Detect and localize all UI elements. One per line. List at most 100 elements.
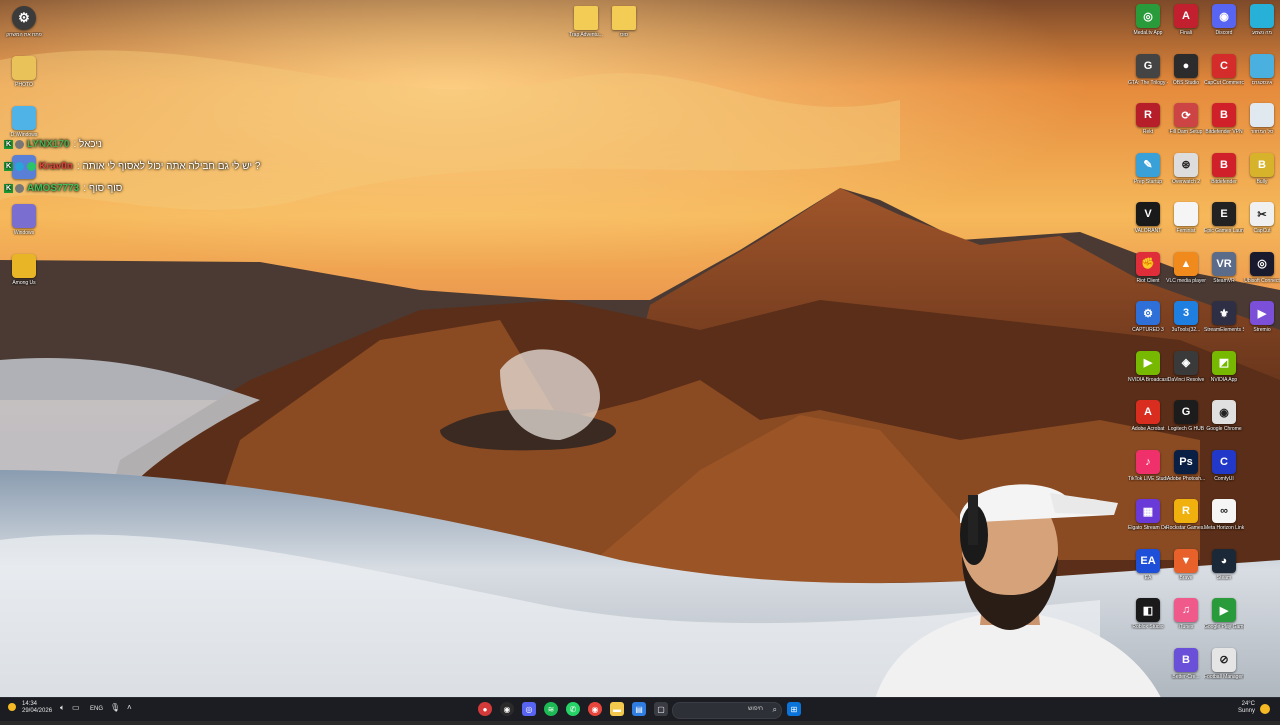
volume-icon[interactable]: 🔈︎ [60, 704, 65, 719]
desktop-icon-label: Steam [1216, 574, 1232, 581]
taskbar-clock[interactable]: 14:34 29/04/2026 [22, 701, 52, 716]
desktop-icon-game-shortcut[interactable]: ⚙ פתח את המשחק [4, 6, 44, 38]
desktop-icon-right[interactable]: C ComfyUI [1204, 449, 1244, 482]
desktop-icon-right[interactable]: CCapCut Commercial [1204, 53, 1244, 86]
desktop-icon-photo[interactable]: PHOTO [4, 56, 44, 88]
desktop-icon-label: Bitdefender VPN [1205, 129, 1243, 135]
record-app-icon[interactable]: ● [478, 702, 492, 716]
desktop-icon-right[interactable]: ⊘Football Manager 26 [1204, 647, 1244, 680]
desktop-icon-right[interactable]: 3 3uTools(32... [1166, 301, 1206, 333]
app-icon [1250, 103, 1274, 127]
desktop-icon-right[interactable]: ✂ CapCut [1242, 202, 1280, 234]
app-icon: A [1174, 4, 1198, 28]
desktop-icon-right[interactable]: E Epic Games Launcher [1204, 202, 1244, 234]
desktop-icon-right[interactable]: ◎ Ubisoft Connect [1242, 251, 1280, 284]
desktop-icon-label: Bitdefender [1211, 178, 1237, 185]
desktop-icon-windows[interactable]: Windows [4, 204, 44, 236]
app-icon: VR [1212, 251, 1236, 276]
language-indicator[interactable]: ENG [90, 706, 103, 721]
desktop-icon-label: GTA: The Trilogy - DE [1128, 79, 1168, 86]
app-icon: ✊ [1136, 251, 1160, 276]
store-taskbar-icon[interactable]: ▤ [632, 702, 646, 716]
desktop-icon-label: Better-Cre... [1172, 673, 1200, 680]
app-icon: V [1136, 202, 1160, 226]
desktop-icon-label: 3uTools(32... [1171, 327, 1201, 333]
desktop-icon-right[interactable]: B Bully [1242, 152, 1280, 185]
desktop-icon-right[interactable]: GGTA: The Trilogy - DE [1128, 53, 1168, 86]
desktop-icon-right[interactable]: מה נשמע [1242, 4, 1280, 36]
folder-icon [612, 6, 636, 30]
chevron-up-icon[interactable]: ˄ [127, 704, 132, 719]
desktop-icon-right[interactable]: V VALORANT [1128, 202, 1168, 234]
subscriber-badge-icon: K [4, 139, 13, 149]
desktop-icon-label: סל המחזור [1250, 129, 1274, 135]
desktop-icon-right[interactable]: ◈ DaVinci Resolve [1166, 350, 1206, 383]
display-icon[interactable]: ▭ [72, 704, 80, 719]
desktop-icon-right[interactable]: ⚜ StreamElements SE.Live [1204, 301, 1244, 333]
desktop-icon-right[interactable]: ✊ Riot Client [1128, 251, 1168, 284]
app-icon: ⊘ [1212, 647, 1236, 672]
desktop-icon-right[interactable]: R Rekt [1128, 103, 1168, 135]
desktop-icon-right[interactable]: אינסטגרם [1242, 53, 1280, 86]
desktop-icon-right[interactable]: ⊛ Overwatch 2 [1166, 152, 1206, 185]
desktop-icon-among-us[interactable]: Among Us [4, 254, 44, 286]
desktop-icon-right[interactable]: R Rockstar Games... [1166, 499, 1206, 531]
desktop-icon-right[interactable]: B Bitdefender [1204, 152, 1244, 185]
desktop-icon-right[interactable]: סל המחזור [1242, 103, 1280, 135]
desktop-icon-right[interactable]: ⚙ CAPTURED 3 [1128, 301, 1168, 333]
file-explorer-taskbar-icon[interactable]: ▬ [610, 702, 624, 716]
search-placeholder: חיפוש [748, 706, 763, 712]
desktop-icon-right[interactable]: ▶ Stremio [1242, 301, 1280, 333]
desktop-icon-label: Epic Games Launcher [1204, 228, 1244, 234]
desktop-folder-trap-adventure[interactable]: Trap Adventu... [566, 6, 606, 38]
desktop-icon-right[interactable]: ▶ Google Play Games [1204, 598, 1244, 630]
windows-start-icon[interactable]: ⊞ [787, 702, 801, 716]
desktop-icon-right[interactable]: ◩ NVIDIA App [1204, 350, 1244, 383]
desktop-icon-right[interactable]: B Better-Cre... [1166, 647, 1206, 680]
desktop-folder-sus[interactable]: סוס [604, 6, 644, 38]
desktop-icon-right[interactable]: G Logitech G HUB [1166, 400, 1206, 432]
desktop-icon-right[interactable]: ◕ Steam [1204, 548, 1244, 581]
app-icon: ◎ [1250, 251, 1274, 276]
desktop-icon-right[interactable]: ⟳ Fill Dam Setup [1166, 103, 1206, 135]
desktop-icon-label: Rockstar Games... [1166, 525, 1206, 531]
desktop-icon-right[interactable]: B Bitdefender VPN [1204, 103, 1244, 135]
shield-badge-icon [15, 139, 24, 149]
desktop-icon-right[interactable]: ∞ Meta Horizon Link [1204, 499, 1244, 531]
desktop-icon-label: מה נשמע [1252, 30, 1272, 36]
desktop-icon-right[interactable]: ◉ Google Chrome [1204, 400, 1244, 432]
desktop-icon-label: CAPTURED 3 [1132, 327, 1164, 333]
desktop-icon-label: NVIDIA App [1210, 376, 1238, 383]
desktop-icon-right[interactable]: ♫ iTunes [1166, 598, 1206, 630]
discord-taskbar-icon[interactable]: ◎ [522, 702, 536, 716]
desktop-icon-right[interactable]: A Finali [1166, 4, 1206, 36]
desktop-icon-right[interactable]: Feminist [1166, 202, 1206, 234]
chrome-taskbar-icon[interactable]: ◉ [588, 702, 602, 716]
desktop-icon-right[interactable]: Ps Adobe Photosh... [1166, 449, 1206, 482]
desktop-icon-right[interactable]: ◎ Medal.tv App [1128, 4, 1168, 36]
task-view-taskbar-icon[interactable]: ▢ [654, 702, 668, 716]
obs-taskbar-icon[interactable]: ◉ [500, 702, 514, 716]
desktop-icon-right[interactable]: VR SteamVR [1204, 251, 1244, 284]
spotify-taskbar-icon[interactable]: ≋ [544, 702, 558, 716]
app-icon: ◎ [1136, 4, 1160, 28]
app-icon: 3 [1174, 301, 1198, 325]
desktop-icon-label: Finali [1180, 30, 1192, 36]
desktop-icon-right[interactable]: ▼ Brave [1166, 548, 1206, 581]
desktop-icon-right[interactable]: A Adobe Acrobat [1128, 400, 1168, 432]
whatsapp-taskbar-icon[interactable]: ✆ [566, 702, 580, 716]
microphone-icon[interactable]: 🎙︎ [110, 704, 120, 719]
desktop-icon-right[interactable]: ● OBS Studio [1166, 53, 1206, 86]
desktop-icon-windows-drive[interactable]: D:\Windows [4, 106, 44, 138]
weather-right[interactable]: 24°C Sunny [1238, 701, 1255, 716]
clock-date: 29/04/2026 [22, 708, 53, 714]
desktop-icon-label: Football Manager 26 [1204, 673, 1244, 680]
weather-widget[interactable] [8, 703, 16, 718]
desktop-icon-right[interactable]: ▶ NVIDIA Broadcast [1128, 350, 1168, 383]
desktop-icon-right[interactable]: ▲ VLC media player [1166, 251, 1206, 284]
desktop-icon-right[interactable]: ◉ Discord [1204, 4, 1244, 36]
app-icon: G [1136, 53, 1160, 78]
app-icon: B [1174, 647, 1198, 672]
taskbar-search[interactable]: חיפוש ⌕ [672, 702, 782, 719]
desktop-icon-right[interactable]: ✎ Prep Startup [1128, 152, 1168, 185]
